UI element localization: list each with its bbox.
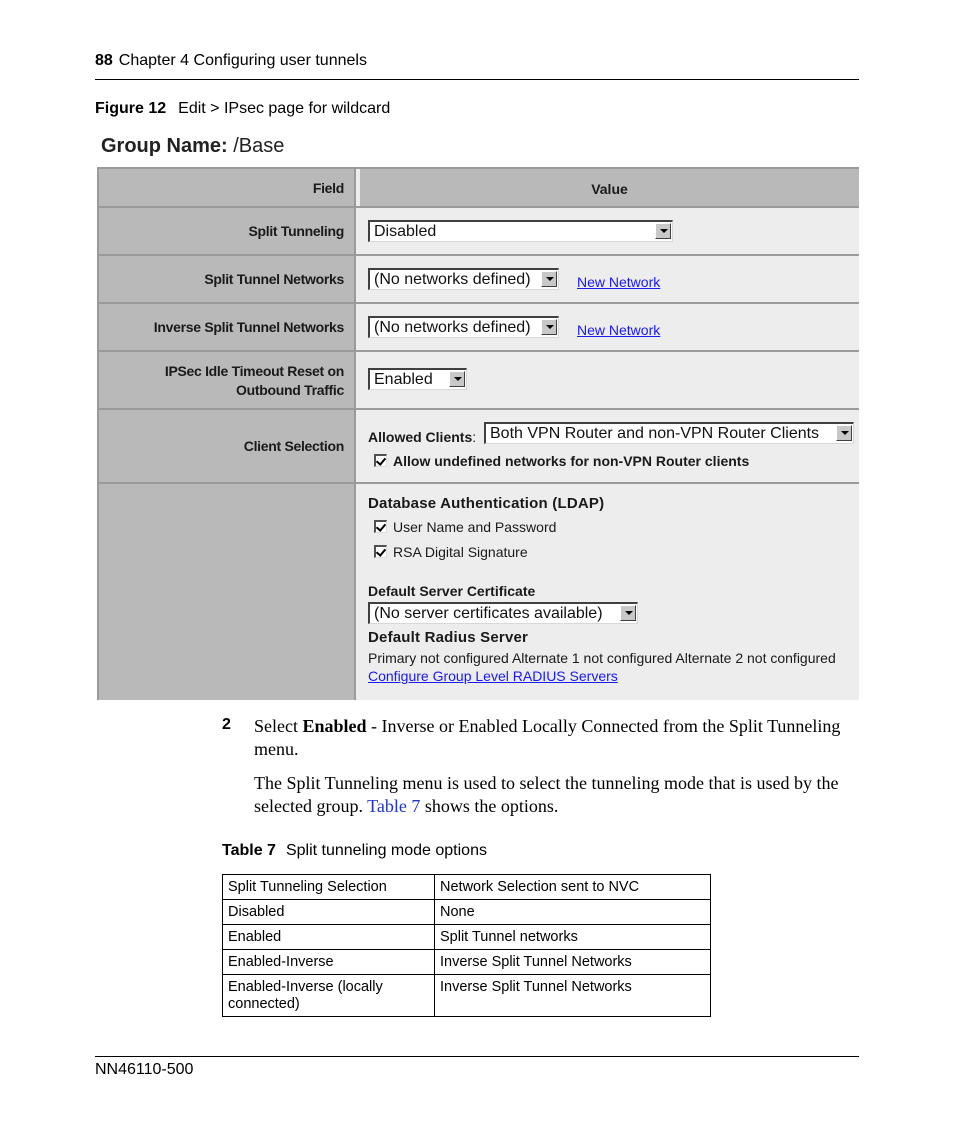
split-tunnel-networks-selected: (No networks defined) (374, 271, 531, 288)
table-cell: Inverse Split Tunnel Networks (434, 949, 711, 975)
ipsec-idle-timeout-selected: Enabled (374, 371, 433, 388)
dropdown-arrow-icon[interactable] (655, 223, 671, 239)
chapter-title: Chapter 4 Configuring user tunnels (118, 52, 367, 69)
ldap-section-title: Database Authentication (LDAP) (368, 495, 605, 512)
step-instruction: Select Enabled - Inverse or Enabled Loca… (254, 716, 841, 759)
user-name-password-label: User Name and Password (393, 519, 557, 535)
client-selection-label: Client Selection (97, 410, 356, 482)
table-header-cell: Split Tunneling Selection (222, 874, 435, 900)
table-cell: Enabled-Inverse (locally connected) (222, 974, 435, 1017)
allowed-clients-selected: Both VPN Router and non-VPN Router Clien… (490, 425, 820, 442)
new-network-link[interactable]: New Network (577, 274, 660, 290)
dropdown-arrow-icon[interactable] (541, 319, 557, 335)
server-certificate-selected: (No server certificates available) (374, 605, 603, 622)
dropdown-arrow-icon[interactable] (541, 271, 557, 287)
table-row: Enabled Split Tunnel networks (222, 924, 711, 950)
new-network-link[interactable]: New Network (577, 322, 660, 338)
table-label: Table 7 (222, 842, 276, 859)
user-name-password-checkbox[interactable] (374, 520, 387, 533)
inverse-split-tunnel-networks-label: Inverse Split Tunnel Networks (97, 304, 356, 351)
rsa-digital-signature-checkbox[interactable] (374, 545, 387, 558)
table-header-row: Split Tunneling Selection Network Select… (222, 874, 711, 900)
split-tunnel-networks-row: Split Tunnel Networks (No networks defin… (97, 254, 859, 303)
allow-undefined-networks-checkbox[interactable] (374, 454, 387, 467)
allow-undefined-networks-label: Allow undefined networks for non-VPN Rou… (393, 453, 750, 469)
rsa-digital-signature-label: RSA Digital Signature (393, 544, 528, 560)
split-tunneling-select[interactable]: Disabled (368, 220, 673, 242)
split-tunneling-label: Split Tunneling (97, 208, 356, 255)
table-cell: Disabled (222, 899, 435, 925)
page-number: 88 (95, 52, 113, 69)
split-tunnel-networks-select[interactable]: (No networks defined) (368, 268, 559, 290)
ipsec-idle-timeout-select[interactable]: Enabled (368, 368, 467, 390)
table-cell: Split Tunnel networks (434, 924, 711, 950)
ipsec-idle-timeout-label: IPSec Idle Timeout Reset on Outbound Tra… (97, 352, 356, 409)
allowed-clients-select[interactable]: Both VPN Router and non-VPN Router Clien… (484, 422, 854, 444)
running-header: 88 Chapter 4 Configuring user tunnels (95, 52, 367, 70)
client-selection-row: Client Selection Allowed Clients: Both V… (97, 408, 859, 482)
dropdown-arrow-icon[interactable] (836, 425, 852, 441)
ipsec-settings-table: Field Value Split Tunneling Disabled Spl… (97, 167, 859, 700)
table-row: Enabled-Inverse (locally connected) Inve… (222, 974, 711, 1017)
group-name-heading: Group Name: /Base (101, 135, 284, 158)
table-row: Disabled None (222, 899, 711, 925)
allowed-clients-label: Allowed Clients: (368, 429, 477, 445)
inverse-split-tunnel-networks-selected: (No networks defined) (374, 319, 531, 336)
value-column-header: Value (360, 169, 859, 208)
radius-server-title: Default Radius Server (368, 629, 529, 646)
dropdown-arrow-icon[interactable] (620, 605, 636, 621)
group-name-value: /Base (233, 135, 285, 157)
split-tunnel-networks-label: Split Tunnel Networks (97, 256, 356, 303)
ipsec-idle-timeout-row: IPSec Idle Timeout Reset on Outbound Tra… (97, 350, 859, 409)
inverse-split-tunnel-networks-row: Inverse Split Tunnel Networks (No networ… (97, 302, 859, 351)
figure-caption: Figure 12 Edit > IPsec page for wildcard (95, 100, 390, 118)
server-certificate-select[interactable]: (No server certificates available) (368, 602, 638, 624)
step-number: 2 (222, 716, 231, 733)
field-column-header: Field (97, 169, 356, 208)
table-header-row: Field Value (97, 167, 859, 208)
table-row: Enabled-Inverse Inverse Split Tunnel Net… (222, 949, 711, 975)
figure-label: Figure 12 (95, 100, 167, 117)
authentication-field-empty (97, 484, 356, 700)
table-cell: Enabled (222, 924, 435, 950)
server-certificate-title: Default Server Certificate (368, 583, 536, 599)
figure-title: Edit > IPsec page for wildcard (178, 100, 391, 117)
footer-rule (95, 1056, 859, 1057)
table-cell: Inverse Split Tunnel Networks (434, 974, 711, 1017)
document-number: NN46110-500 (95, 1061, 194, 1078)
split-tunneling-options-table: Split Tunneling Selection Network Select… (222, 874, 711, 1017)
radius-server-status: Primary not configured Alternate 1 not c… (368, 650, 836, 666)
description-paragraph: The Split Tunneling menu is used to sele… (254, 773, 839, 816)
split-tunneling-row: Split Tunneling Disabled (97, 206, 859, 255)
authentication-row: Database Authentication (LDAP) User Name… (97, 482, 859, 700)
dropdown-arrow-icon[interactable] (449, 371, 465, 387)
group-name-label: Group Name: (101, 135, 228, 157)
header-rule (95, 79, 859, 80)
table-header-cell: Network Selection sent to NVC (434, 874, 711, 900)
inverse-split-tunnel-networks-select[interactable]: (No networks defined) (368, 316, 559, 338)
table-cell: None (434, 899, 711, 925)
table-cell: Enabled-Inverse (222, 949, 435, 975)
table-title: Split tunneling mode options (285, 842, 487, 859)
split-tunneling-selected: Disabled (374, 223, 437, 240)
table-caption: Table 7 Split tunneling mode options (222, 842, 487, 860)
configure-radius-link[interactable]: Configure Group Level RADIUS Servers (368, 668, 618, 684)
table-7-reference-link[interactable]: Table 7 (367, 796, 420, 816)
